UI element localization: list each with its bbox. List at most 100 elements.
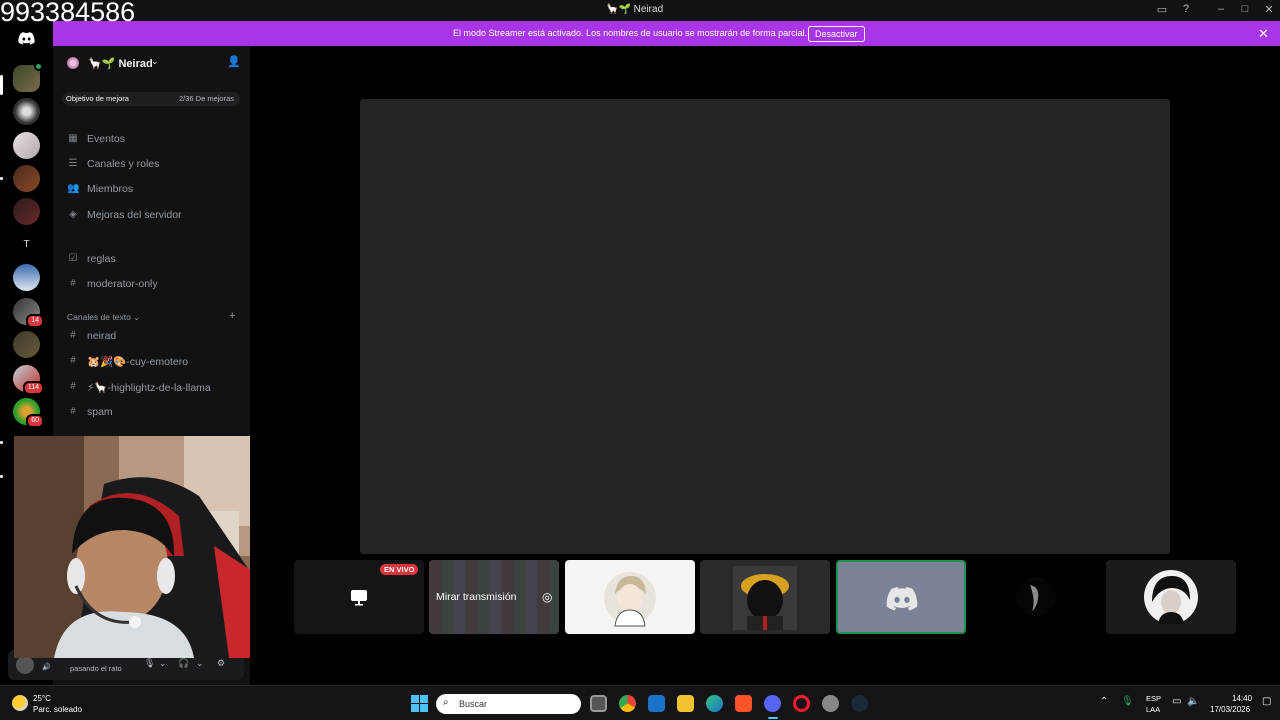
category-text-channels[interactable]: Canales de texto ⌄	[67, 312, 140, 323]
banner-text: El modo Streamer está activado. Los nomb…	[453, 28, 808, 38]
server-icon[interactable]: 14	[13, 298, 44, 328]
server-icon[interactable]	[13, 132, 40, 159]
discord-home-icon[interactable]	[18, 32, 35, 45]
server-icon[interactable]	[13, 331, 40, 358]
unread-badge: 14	[26, 314, 44, 328]
app-icon[interactable]	[822, 695, 839, 712]
brave-icon[interactable]	[735, 695, 752, 712]
chevron-down-icon: ⌄	[151, 56, 159, 66]
title-bar: 🦙🌱 Neirad ▭ ? – □ ✕	[0, 0, 1280, 21]
discord-window: 🦙🌱 Neirad ▭ ? – □ ✕ 993384586 El modo St…	[0, 0, 1280, 720]
boost-goal-label: Objetivo de mejora	[66, 94, 129, 103]
unread-badge: 114	[22, 381, 44, 395]
participant-avatar	[604, 572, 656, 627]
edge-icon[interactable]	[706, 695, 723, 712]
user-status: pasando el rato	[70, 664, 122, 673]
task-view-icon[interactable]	[590, 695, 607, 712]
speaker-icon: 🔊	[42, 664, 51, 671]
windows-start-icon[interactable]	[411, 695, 428, 712]
help-icon[interactable]: ?	[1179, 3, 1193, 15]
server-icon[interactable]	[13, 165, 40, 192]
server-icon[interactable]	[13, 198, 40, 225]
search-placeholder: Buscar	[459, 699, 488, 709]
server-icon[interactable]: T	[13, 231, 40, 258]
members-icon: 👥	[67, 183, 80, 194]
microphone-icon[interactable]: 🎙	[1121, 696, 1134, 707]
network-icon[interactable]: ▭	[1172, 696, 1181, 707]
participant-avatar	[733, 566, 797, 630]
close-icon[interactable]: ✕	[1258, 26, 1269, 42]
maximize-button[interactable]: □	[1238, 3, 1252, 15]
participant-tile[interactable]	[971, 560, 1101, 634]
participant-tile[interactable]	[1106, 560, 1236, 634]
hash-icon: #	[70, 278, 76, 289]
chevron-down-icon[interactable]: ⌄	[196, 658, 204, 669]
disable-streamer-button[interactable]: Desactivar	[808, 26, 865, 42]
clock-time[interactable]: 14:40	[1232, 694, 1252, 703]
hash-icon: #	[70, 355, 76, 366]
server-header[interactable]: 🦙🌱 Neirad ⌄ 👤	[53, 46, 250, 82]
keyboard-language[interactable]: ESP	[1146, 694, 1161, 703]
steam-icon[interactable]	[851, 695, 868, 712]
notifications-icon[interactable]: ▢	[1262, 696, 1271, 707]
microphone-icon[interactable]: 🎙	[144, 658, 155, 669]
participant-tile[interactable]	[700, 560, 830, 634]
participant-avatar	[1016, 577, 1056, 617]
server-icon[interactable]	[13, 98, 40, 125]
channels-roles-icon: ☰	[68, 158, 78, 169]
hash-icon: #	[70, 381, 76, 392]
gear-icon[interactable]: ⚙	[217, 658, 225, 669]
chrome-icon[interactable]	[619, 695, 636, 712]
live-badge: EN VIVO	[380, 564, 419, 575]
streamer-mode-banner: El modo Streamer está activado. Los nomb…	[53, 21, 1280, 46]
participant-tile-speaking[interactable]	[836, 560, 966, 634]
weather-temp[interactable]: 25°C	[33, 694, 51, 703]
calendar-icon: ▦	[68, 133, 78, 144]
discord-logo-icon	[886, 587, 918, 611]
watch-stream-label: Mirar transmisión	[436, 591, 517, 603]
server-icon[interactable]: 114	[13, 365, 44, 395]
overlay-number: 993384586	[0, 0, 136, 27]
minimize-button[interactable]: –	[1214, 3, 1228, 15]
chevron-up-icon[interactable]: ⌃	[1100, 696, 1108, 707]
hash-icon: #	[70, 406, 76, 417]
server-avatar-icon	[67, 57, 79, 69]
headphones-icon[interactable]: 🎧	[178, 658, 189, 669]
hash-icon: #	[70, 330, 76, 341]
unread-badge: 60	[26, 414, 44, 428]
add-member-icon[interactable]: 👤	[227, 55, 241, 68]
volume-icon[interactable]: 🔈	[1187, 696, 1199, 707]
boost-goal[interactable]: Objetivo de mejora 2/36 De mejoras	[62, 92, 240, 106]
boost-icon: ◈	[69, 209, 77, 220]
server-icon[interactable]	[13, 62, 43, 92]
mail-icon[interactable]	[648, 695, 665, 712]
keyboard-layout[interactable]: LAA	[1146, 705, 1160, 714]
server-icon[interactable]: 60	[13, 398, 44, 428]
selected-server-pill	[0, 75, 3, 95]
windows-taskbar: 25°C Parc. soleado ⌕ Buscar ⌃ 🎙 ESP LAA …	[0, 685, 1280, 720]
discord-taskbar-icon[interactable]	[764, 695, 781, 712]
clock-date[interactable]: 17/03/2026	[1210, 705, 1250, 714]
main-stream-view[interactable]	[360, 99, 1170, 554]
stream-tile-live[interactable]: EN VIVO	[294, 560, 424, 634]
chevron-down-icon[interactable]: ⌄	[159, 658, 167, 669]
window-title: 🦙🌱 Neirad	[606, 4, 664, 15]
unread-pip	[0, 475, 3, 478]
weather-icon	[12, 695, 28, 711]
avatar[interactable]	[16, 656, 34, 674]
inbox-icon[interactable]: ▭	[1155, 3, 1169, 16]
taskbar-search[interactable]: ⌕ Buscar	[436, 694, 581, 714]
boost-progress: 2/36 De mejoras	[178, 94, 234, 103]
add-channel-icon[interactable]: +	[229, 310, 235, 322]
weather-description[interactable]: Parc. soleado	[33, 705, 82, 714]
file-explorer-icon[interactable]	[677, 695, 694, 712]
stream-tile-preview[interactable]: Mirar transmisión ◎	[429, 560, 559, 634]
opera-icon[interactable]	[793, 695, 810, 712]
search-icon: ⌕	[443, 697, 449, 708]
server-icon[interactable]	[13, 264, 40, 291]
server-name: 🦙🌱 Neirad	[88, 58, 153, 70]
taskbar-active-indicator	[768, 717, 778, 719]
participant-tile[interactable]	[565, 560, 695, 634]
close-window-button[interactable]: ✕	[1262, 3, 1276, 16]
participant-avatar	[1144, 570, 1198, 624]
